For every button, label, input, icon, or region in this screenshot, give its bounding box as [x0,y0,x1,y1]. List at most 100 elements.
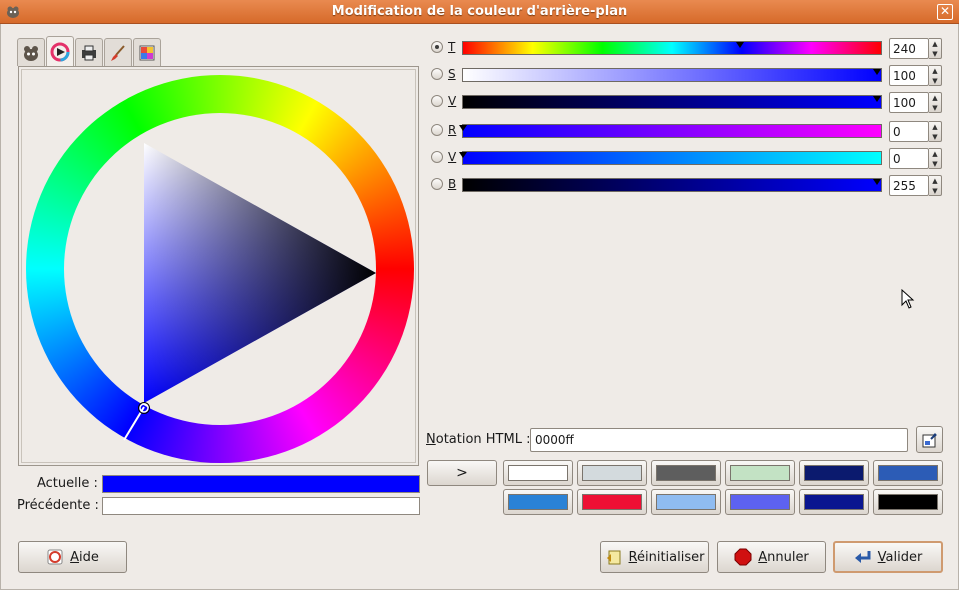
mouse-cursor-icon [901,289,915,309]
history-swatch-11[interactable] [799,489,869,515]
blue-bar[interactable] [462,178,882,192]
swatch-color [656,465,716,481]
value-bar[interactable] [462,95,882,109]
channel-label-red: R [448,123,457,137]
add-to-history-button[interactable]: > [427,460,497,486]
spin-down-icon[interactable]: ▼ [929,132,941,142]
slider-value: V 100 ▲ ▼ [429,92,949,114]
spin-down-icon[interactable]: ▼ [929,103,941,113]
window-title: Modification de la couleur d'arrière-pla… [331,4,628,19]
selector-tabs [17,36,162,66]
green-spin-buttons[interactable]: ▲ ▼ [929,148,942,169]
previous-color-label: Précédente : [17,498,99,513]
saturation-marker[interactable] [873,69,881,75]
tab-paintbrush[interactable] [104,38,132,66]
printer-icon [82,45,96,60]
tab-color-wheel[interactable] [46,36,74,66]
red-spinbox[interactable]: 0 [889,121,929,142]
spin-down-icon[interactable]: ▼ [929,159,941,169]
blue-spinbox[interactable]: 255 [889,175,929,196]
blue-marker[interactable] [873,179,881,185]
blue-spin-buttons[interactable]: ▲ ▼ [929,175,942,196]
radio-saturation[interactable] [431,68,443,80]
radio-blue[interactable] [431,178,443,190]
gimp-icon [24,45,38,61]
spin-up-icon[interactable]: ▲ [929,122,941,132]
green-marker[interactable] [459,152,467,158]
swatch-color [508,465,568,481]
channel-label-value: V [448,94,457,108]
saturation-spinbox[interactable]: 100 [889,65,929,86]
spin-up-icon[interactable]: ▲ [929,176,941,186]
red-marker[interactable] [459,125,467,131]
saturation-bar[interactable] [462,68,882,82]
help-button[interactable]: Aide [18,541,127,573]
history-swatch-5[interactable] [799,460,869,486]
radio-hue[interactable] [431,41,443,53]
swatch-color [656,494,716,510]
slider-hue: T 240 ▲ ▼ [429,38,949,60]
spin-up-icon[interactable]: ▲ [929,149,941,159]
slider-red: R 0 ▲ ▼ [429,121,949,143]
tab-palette[interactable] [133,38,161,66]
hue-marker[interactable] [736,42,744,48]
history-swatch-2[interactable] [577,460,647,486]
swatch-color [508,494,568,510]
current-color-label: Actuelle : [37,476,98,491]
spin-down-icon[interactable]: ▼ [929,76,941,86]
cancel-button[interactable]: Annuler [717,541,826,573]
previous-color-swatch [102,497,420,515]
saturation-spin-buttons[interactable]: ▲ ▼ [929,65,942,86]
tab-printer[interactable] [75,38,103,66]
channel-label-green: V [448,150,457,164]
saturation-value-triangle[interactable] [26,75,414,463]
spin-down-icon[interactable]: ▼ [929,186,941,196]
history-swatch-9[interactable] [651,489,721,515]
history-swatch-12[interactable] [873,489,943,515]
history-swatch-10[interactable] [725,489,795,515]
channel-label-blue: B [448,177,457,191]
current-color-swatch [102,475,420,493]
spin-up-icon[interactable]: ▲ [929,39,941,49]
value-marker[interactable] [873,96,881,102]
help-label: Aide [70,550,99,565]
close-button[interactable]: ✕ [937,4,953,20]
radio-value[interactable] [431,95,443,107]
close-icon[interactable]: ✕ [940,4,950,18]
html-notation-input[interactable]: 0000ff [530,428,908,452]
spin-down-icon[interactable]: ▼ [929,49,941,59]
history-swatch-1[interactable] [503,460,573,486]
radio-red[interactable] [431,124,443,136]
dialog-body: Actuelle : Précédente : T 240 ▲ ▼ S 100 ▲… [0,24,959,590]
spin-up-icon[interactable]: ▲ [929,93,941,103]
value-spinbox[interactable]: 100 [889,92,929,113]
history-swatch-4[interactable] [725,460,795,486]
tab-gimp[interactable] [17,38,45,66]
value-spin-buttons[interactable]: ▲ ▼ [929,92,942,113]
history-swatch-6[interactable] [873,460,943,486]
hue-spin-buttons[interactable]: ▲ ▼ [929,38,942,59]
ok-button[interactable]: Valider [833,541,943,573]
history-swatch-3[interactable] [651,460,721,486]
spin-up-icon[interactable]: ▲ [929,66,941,76]
slider-green: V 0 ▲ ▼ [429,148,949,170]
reset-button[interactable]: Réinitialiser [600,541,709,573]
reset-mnemonic: R [628,549,637,565]
help-icon [47,549,63,565]
green-spinbox[interactable]: 0 [889,148,929,169]
history-swatch-8[interactable] [577,489,647,515]
red-spin-buttons[interactable]: ▲ ▼ [929,121,942,142]
history-swatch-7[interactable] [503,489,573,515]
color-picker-button[interactable] [916,426,943,453]
slider-saturation: S 100 ▲ ▼ [429,65,949,87]
hue-spinbox[interactable]: 240 [889,38,929,59]
ok-text: alider [885,549,923,565]
red-bar[interactable] [459,124,882,138]
stop-icon [734,548,752,566]
swatch-color [804,465,864,481]
swatch-color [878,465,938,481]
radio-green[interactable] [431,151,443,163]
html-label-mnemonic: N [426,432,436,447]
green-bar[interactable] [459,151,882,165]
hue-bar[interactable] [462,41,882,55]
